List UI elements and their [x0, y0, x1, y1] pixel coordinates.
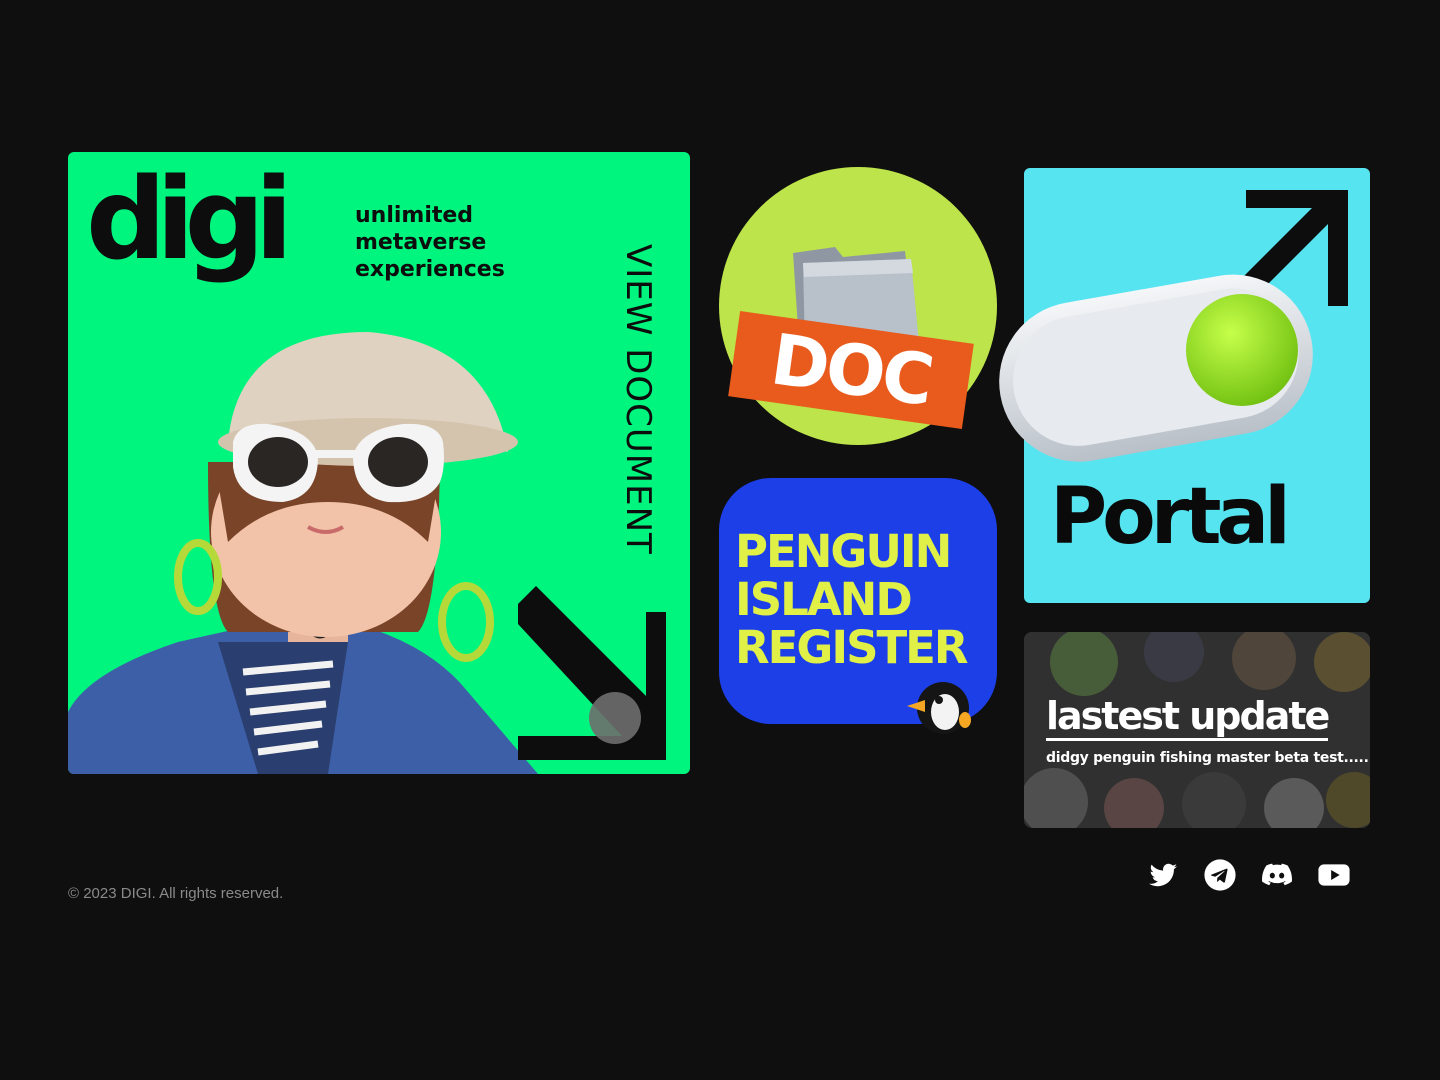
- penguin-text-line: PENGUIN: [735, 525, 952, 578]
- view-document-card[interactable]: digi unlimited metaverse experiences VIE…: [68, 152, 690, 774]
- penguin-island-register-tile[interactable]: PENGUIN ISLAND REGISTER: [719, 478, 997, 734]
- update-subtitle: didgy penguin fishing master beta test..…: [1046, 750, 1369, 766]
- toggle-switch-icon: [999, 274, 1313, 462]
- discord-icon[interactable]: [1260, 858, 1294, 892]
- digi-logo: digi: [86, 164, 293, 276]
- tagline-line: metaverse: [355, 230, 487, 255]
- portal-label: Portal: [1050, 472, 1291, 562]
- penguin-register-label: PENGUIN ISLAND REGISTER: [735, 525, 969, 674]
- social-links: [1146, 858, 1351, 892]
- portal-tile[interactable]: Portal: [999, 168, 1370, 603]
- logo-text: digi: [86, 155, 293, 285]
- penguin-text-line: REGISTER: [735, 621, 969, 674]
- cursor-indicator: [589, 692, 641, 744]
- penguin-icon: [907, 682, 971, 734]
- tagline-line: experiences: [355, 257, 505, 282]
- latest-update-tile[interactable]: lastest update didgy penguin fishing mas…: [1024, 632, 1370, 828]
- view-document-label[interactable]: VIEW DOCUMENT: [618, 244, 658, 555]
- copyright-text: © 2023 DIGI. All rights reserved.: [68, 885, 284, 902]
- arrow-down-right-icon: [518, 586, 666, 760]
- tagline: unlimited metaverse experiences: [355, 202, 505, 283]
- doc-label: DOC: [728, 310, 974, 430]
- penguin-text-line: ISLAND: [735, 573, 913, 626]
- youtube-icon[interactable]: [1317, 858, 1351, 892]
- doc-tile[interactable]: DOC: [719, 167, 997, 445]
- twitter-icon[interactable]: [1146, 858, 1180, 892]
- update-title: lastest update: [1046, 694, 1330, 741]
- telegram-icon[interactable]: [1203, 858, 1237, 892]
- tagline-line: unlimited: [355, 203, 474, 228]
- character-illustration: [68, 332, 538, 774]
